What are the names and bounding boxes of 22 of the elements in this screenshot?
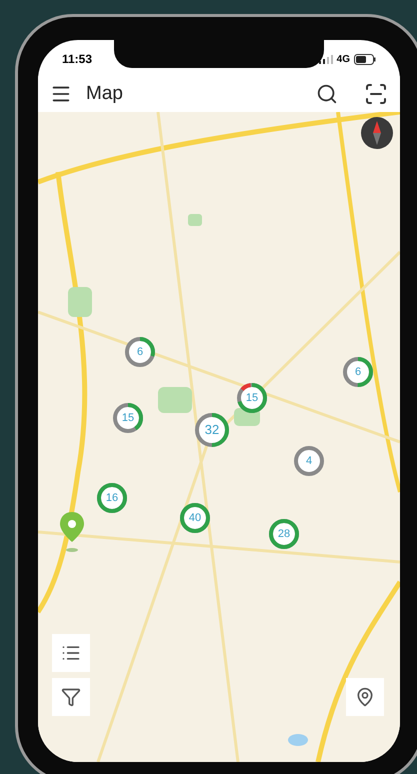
pin-icon xyxy=(355,687,375,707)
filter-button[interactable] xyxy=(52,678,90,716)
cluster-marker[interactable]: 15 xyxy=(111,401,145,435)
cluster-marker[interactable]: 28 xyxy=(267,517,301,551)
status-time: 11:53 xyxy=(62,51,92,68)
scan-icon[interactable] xyxy=(364,82,388,106)
cluster-marker[interactable]: 32 xyxy=(193,411,231,449)
cluster-marker[interactable]: 6 xyxy=(123,335,157,369)
list-button[interactable] xyxy=(52,634,90,672)
cluster-marker[interactable]: 4 xyxy=(292,444,326,478)
network-label: 4G xyxy=(336,52,350,66)
cluster-marker[interactable]: 15 xyxy=(235,381,269,415)
filter-icon xyxy=(61,687,81,707)
search-icon[interactable] xyxy=(316,83,338,105)
battery-icon xyxy=(354,54,376,64)
app-title: Map xyxy=(86,82,123,106)
cluster-marker[interactable]: 40 xyxy=(178,501,212,535)
signal-icon xyxy=(318,54,333,64)
compass-icon[interactable] xyxy=(360,116,394,150)
locate-button[interactable] xyxy=(346,678,384,716)
cluster-marker[interactable]: 16 xyxy=(95,481,129,515)
cluster-marker[interactable]: 6 xyxy=(341,355,375,389)
